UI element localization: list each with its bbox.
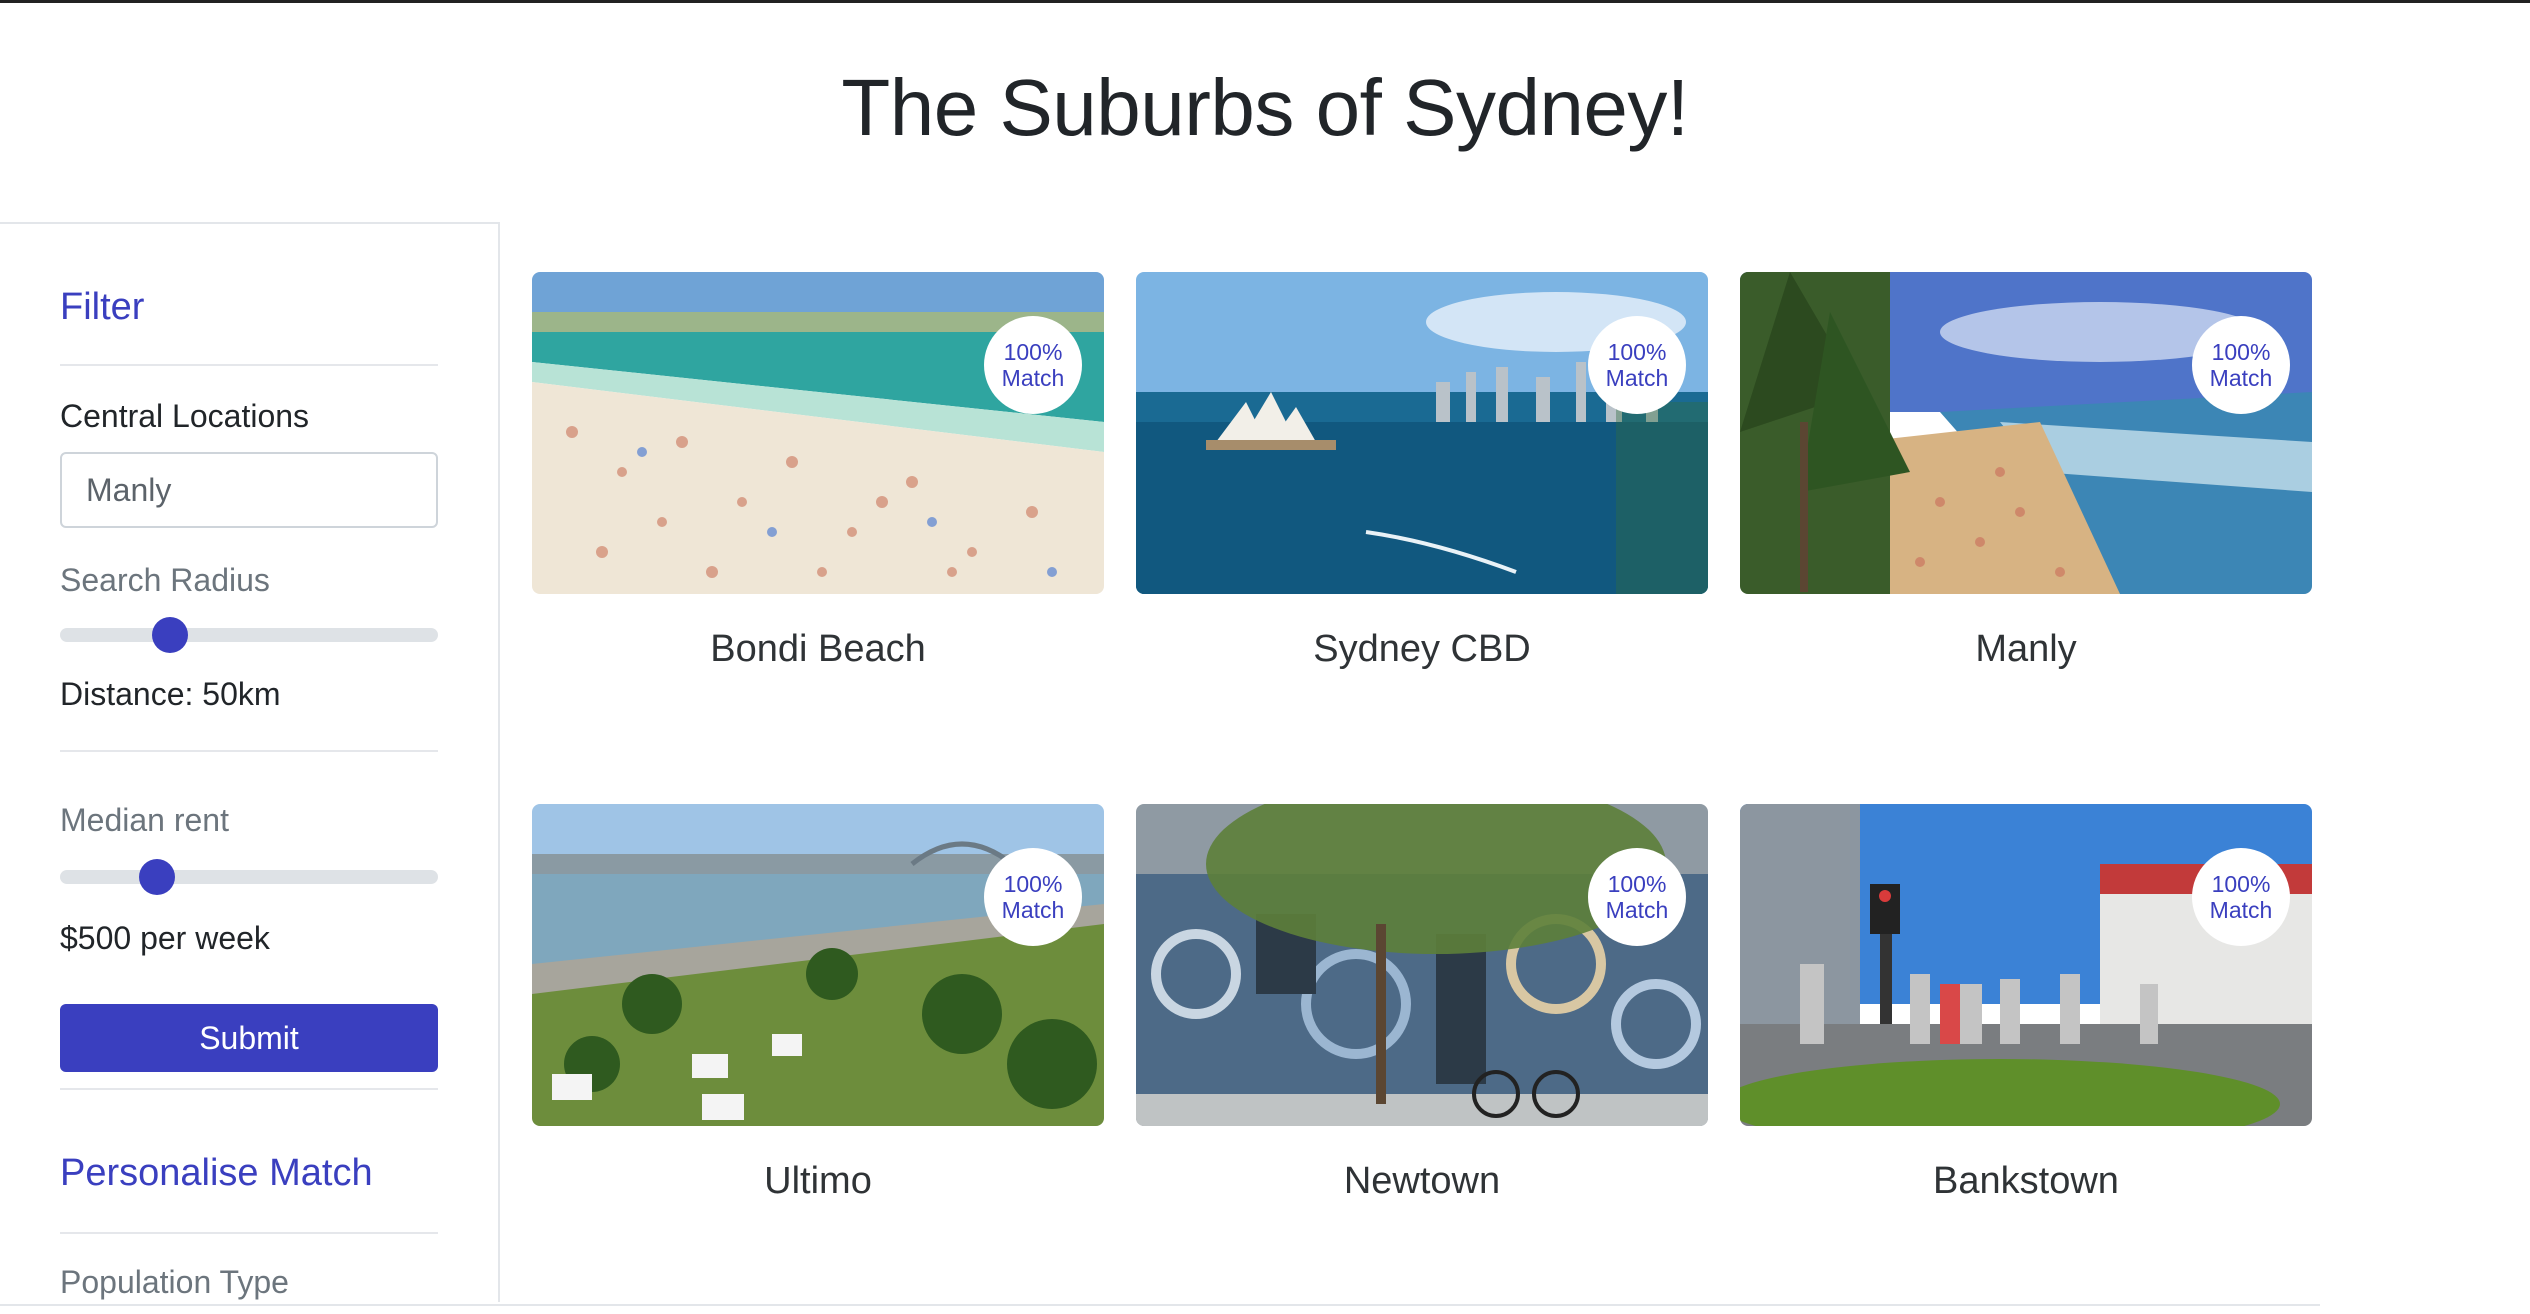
bottom-divider <box>0 1304 2320 1306</box>
search-radius-thumb[interactable] <box>152 617 189 653</box>
match-percent: 100% <box>1003 339 1063 365</box>
match-label: Match <box>1001 365 1065 391</box>
match-badge: 100% Match <box>2192 848 2290 946</box>
match-percent: 100% <box>1003 871 1063 897</box>
suburb-name[interactable]: Ultimo <box>532 1160 1104 1203</box>
suburb-card-bankstown[interactable]: 100% Match Bankstown <box>1740 804 2312 1202</box>
match-label: Match <box>1605 897 1669 923</box>
suburb-photo[interactable]: 100% Match <box>1136 804 1708 1126</box>
divider <box>60 1232 438 1234</box>
suburb-card-ultimo[interactable]: 100% Match Ultimo <box>532 804 1104 1202</box>
suburb-card-newtown[interactable]: 100% Match Newtown <box>1136 804 1708 1202</box>
filter-sidebar: Filter Central Locations Search Radius D… <box>0 222 500 1302</box>
suburb-name[interactable]: Bondi Beach <box>532 628 1104 671</box>
top-border <box>0 0 2530 3</box>
suburb-name[interactable]: Newtown <box>1136 1160 1708 1203</box>
central-locations-input[interactable] <box>60 452 438 528</box>
match-badge: 100% Match <box>2192 316 2290 414</box>
suburb-card-sydney-cbd[interactable]: 100% Match Sydney CBD <box>1136 272 1708 670</box>
suburb-name[interactable]: Sydney CBD <box>1136 628 1708 671</box>
match-badge: 100% Match <box>1588 848 1686 946</box>
match-label: Match <box>1605 365 1669 391</box>
median-rent-slider[interactable] <box>60 859 438 895</box>
suburb-photo[interactable]: 100% Match <box>1136 272 1708 594</box>
suburb-card-manly[interactable]: 100% Match Manly <box>1740 272 2312 670</box>
distance-value: Distance: 50km <box>60 676 281 712</box>
suburb-photo[interactable]: 100% Match <box>1740 272 2312 594</box>
divider <box>60 364 438 366</box>
search-radius-slider[interactable] <box>60 617 438 653</box>
rent-value: $500 per week <box>60 920 270 956</box>
submit-button[interactable]: Submit <box>60 1004 438 1072</box>
suburb-name[interactable]: Manly <box>1740 628 2312 671</box>
match-badge: 100% Match <box>984 316 1082 414</box>
match-label: Match <box>1001 897 1065 923</box>
page-title: The Suburbs of Sydney! <box>841 63 1689 152</box>
divider <box>60 1088 438 1090</box>
population-type-label: Population Type <box>60 1264 289 1300</box>
suburb-photo[interactable]: 100% Match <box>1740 804 2312 1126</box>
median-rent-label: Median rent <box>60 802 229 838</box>
match-badge: 100% Match <box>1588 316 1686 414</box>
suburb-photo[interactable]: 100% Match <box>532 272 1104 594</box>
median-rent-thumb[interactable] <box>138 859 175 895</box>
suburb-card-bondi-beach[interactable]: 100% Match Bondi Beach <box>532 272 1104 670</box>
match-percent: 100% <box>1607 339 1667 365</box>
match-percent: 100% <box>1607 871 1667 897</box>
search-radius-label: Search Radius <box>60 562 270 598</box>
match-label: Match <box>2209 365 2273 391</box>
match-badge: 100% Match <box>984 848 1082 946</box>
match-percent: 100% <box>2211 871 2271 897</box>
suburb-name[interactable]: Bankstown <box>1740 1160 2312 1203</box>
suburb-photo[interactable]: 100% Match <box>532 804 1104 1126</box>
divider <box>60 750 438 752</box>
central-locations-label: Central Locations <box>60 398 310 434</box>
match-percent: 100% <box>2211 339 2271 365</box>
personalise-match-heading: Personalise Match <box>60 1152 373 1194</box>
filter-heading: Filter <box>60 286 145 328</box>
match-label: Match <box>2209 897 2273 923</box>
